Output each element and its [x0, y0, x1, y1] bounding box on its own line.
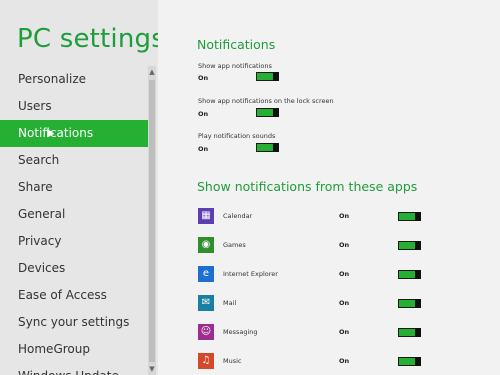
- nav-item-ease-of-access[interactable]: Ease of Access: [0, 282, 148, 309]
- app-state: On: [339, 212, 350, 220]
- app-row-internet-explorer: e Internet Explorer On: [198, 266, 498, 286]
- ie-icon: e: [198, 266, 214, 282]
- app-name: Calendar: [223, 212, 253, 220]
- nav-list: Personalize Users Notifications Search S…: [0, 66, 148, 375]
- nav-item-windows-update[interactable]: Windows Update: [0, 363, 148, 375]
- setting-state: On: [198, 145, 209, 153]
- app-name: Messaging: [223, 328, 258, 336]
- headphones-icon: ♫: [198, 353, 214, 369]
- setting-state: On: [198, 74, 209, 82]
- main-content: Notifications Show app notifications On …: [158, 0, 500, 375]
- app-row-calendar: ▦ Calendar On: [198, 208, 498, 228]
- toggle-knob: [415, 299, 421, 308]
- messaging-icon: ☺: [198, 324, 214, 340]
- lock-screen-notifications-toggle[interactable]: [256, 108, 279, 117]
- toggle-knob: [273, 72, 279, 81]
- app-name: Internet Explorer: [223, 270, 278, 278]
- page-title: PC settings: [17, 24, 158, 54]
- show-app-notifications-toggle[interactable]: [256, 72, 279, 81]
- nav-pane: PC settings Personalize Users Notificati…: [0, 0, 158, 375]
- calendar-icon: ▦: [198, 208, 214, 224]
- nav-item-homegroup[interactable]: HomeGroup: [0, 336, 148, 363]
- app-row-messaging: ☺ Messaging On: [198, 324, 498, 344]
- nav-item-general[interactable]: General: [0, 201, 148, 228]
- toggle-knob: [415, 212, 421, 221]
- setting-state: On: [198, 110, 209, 118]
- setting-label: Show app notifications on the lock scree…: [198, 97, 334, 105]
- setting-label: Show app notifications: [198, 62, 272, 70]
- messaging-toggle[interactable]: [398, 328, 421, 337]
- notification-sounds-toggle[interactable]: [256, 143, 279, 152]
- mail-icon: ✉: [198, 295, 214, 311]
- nav-item-personalize[interactable]: Personalize: [0, 66, 148, 93]
- mail-toggle[interactable]: [398, 299, 421, 308]
- internet-explorer-toggle[interactable]: [398, 270, 421, 279]
- toggle-knob: [273, 143, 279, 152]
- app-name: Games: [223, 241, 246, 249]
- app-state: On: [339, 270, 350, 278]
- toggle-knob: [415, 328, 421, 337]
- app-state: On: [339, 328, 350, 336]
- calendar-toggle[interactable]: [398, 212, 421, 221]
- notifications-section-title: Notifications: [197, 37, 276, 52]
- app-state: On: [339, 357, 350, 365]
- setting-label: Play notification sounds: [198, 132, 276, 140]
- music-toggle[interactable]: [398, 357, 421, 366]
- scroll-down-icon[interactable]: ▼: [149, 365, 155, 373]
- nav-item-share[interactable]: Share: [0, 174, 148, 201]
- app-row-music: ♫ Music On: [198, 353, 498, 373]
- app-name: Mail: [223, 299, 237, 307]
- app-row-games: ◉ Games On: [198, 237, 498, 257]
- nav-item-privacy[interactable]: Privacy: [0, 228, 148, 255]
- apps-section-title: Show notifications from these apps: [197, 179, 418, 194]
- toggle-knob: [415, 241, 421, 250]
- scrollbar-thumb[interactable]: [149, 80, 155, 362]
- nav-item-devices[interactable]: Devices: [0, 255, 148, 282]
- toggle-knob: [415, 270, 421, 279]
- nav-item-sync-settings[interactable]: Sync your settings: [0, 309, 148, 336]
- nav-item-search[interactable]: Search: [0, 147, 148, 174]
- nav-item-users[interactable]: Users: [0, 93, 148, 120]
- nav-scrollbar[interactable]: ▲ ▼: [148, 66, 156, 375]
- toggle-knob: [273, 108, 279, 117]
- gamepad-icon: ◉: [198, 237, 214, 253]
- app-row-mail: ✉ Mail On: [198, 295, 498, 315]
- app-name: Music: [223, 357, 242, 365]
- app-state: On: [339, 241, 350, 249]
- app-state: On: [339, 299, 350, 307]
- games-toggle[interactable]: [398, 241, 421, 250]
- toggle-knob: [415, 357, 421, 366]
- nav-item-notifications[interactable]: Notifications: [0, 120, 148, 147]
- scroll-up-icon[interactable]: ▲: [149, 68, 155, 76]
